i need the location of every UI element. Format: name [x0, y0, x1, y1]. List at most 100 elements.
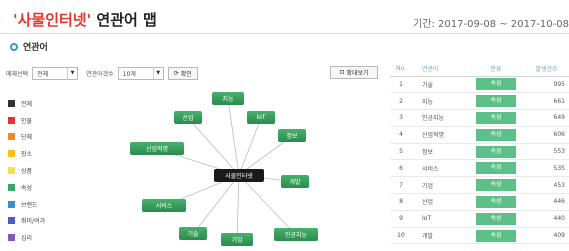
table-header-row: No. 연관어 분류 발생건수 — [390, 62, 569, 77]
graph-node[interactable]: 산업혁명 — [130, 142, 184, 155]
legend-item[interactable]: 인물 — [8, 112, 45, 129]
legend-item[interactable]: 장소 — [8, 145, 45, 162]
legend-label: 속성 — [21, 184, 33, 192]
col-header-word: 연관어 — [412, 62, 468, 77]
cell-freq: 535 — [524, 159, 569, 178]
cell-attr: 속성 — [468, 109, 524, 127]
attr-badge: 속성 — [476, 111, 516, 124]
zoom-icon: ⊡ — [339, 69, 345, 76]
legend-item[interactable]: 심리 — [8, 229, 45, 246]
cell-no: 1 — [390, 76, 412, 94]
chevron-down-icon: ▼ — [67, 67, 77, 79]
cell-word: 서비스 — [412, 159, 468, 178]
cell-freq: 446 — [524, 193, 569, 211]
graph-node[interactable]: 기술 — [179, 227, 207, 240]
table-row[interactable]: 9 IoT 속성 440 — [390, 210, 569, 228]
legend-swatch — [8, 99, 15, 107]
legend-label: 장소 — [21, 151, 33, 159]
legend-item[interactable]: 전체 — [8, 95, 45, 112]
cell-word: 산업 — [412, 193, 468, 211]
media-select[interactable]: 전체 ▼ — [32, 66, 79, 80]
cell-word: IoT — [412, 210, 468, 228]
attr-badge: 속성 — [476, 229, 516, 242]
confirm-label: 확인 — [180, 70, 192, 78]
count-select-value: 10개 — [122, 70, 136, 78]
page-header: '사물인터넷' 연관어 맵 기간: 2017-09-08 ~ 2017-10-0… — [0, 0, 569, 34]
cell-freq: 606 — [524, 126, 569, 144]
period-text: 기간: 2017-09-08 ~ 2017-10-08 — [413, 19, 569, 30]
col-header-freq: 발생건수 — [524, 62, 569, 77]
graph-node[interactable]: 인공지능 — [274, 228, 318, 241]
table-row[interactable]: 3 인공지능 속성 649 — [390, 109, 569, 127]
cell-no: 5 — [390, 143, 412, 161]
cell-word: 산업혁명 — [412, 126, 468, 144]
table-row[interactable]: 5 정보 속성 553 — [390, 143, 569, 161]
circle-bullet-icon — [10, 42, 18, 51]
filter-controls: 매체선택 전체 ▼ 연관어갯수 10개 ▼ ⟳ 확인 — [6, 66, 198, 80]
col-header-attr: 분류 — [468, 62, 524, 77]
table-row[interactable]: 10 개발 속성 409 — [390, 227, 569, 245]
legend-item[interactable]: 취미/여가 — [8, 213, 45, 230]
table-row[interactable]: 8 산업 속성 446 — [390, 193, 569, 211]
cell-word: 기업 — [412, 176, 468, 195]
attr-badge: 속성 — [476, 162, 516, 175]
legend-label: 심리 — [21, 235, 33, 243]
cell-no: 7 — [390, 176, 412, 195]
graph-node[interactable]: 서비스 — [142, 199, 186, 212]
graph-node[interactable]: 정보 — [278, 129, 306, 142]
legend-label: 취미/여가 — [21, 218, 46, 226]
table-row[interactable]: 6 서비스 속성 535 — [390, 159, 569, 178]
cell-attr: 속성 — [468, 210, 524, 228]
media-select-value: 전체 — [37, 70, 49, 78]
graph-node[interactable]: 산업 — [174, 111, 202, 124]
page-title: '사물인터넷' 연관어 맵 — [13, 9, 157, 30]
cell-no: 8 — [390, 193, 412, 211]
legend-swatch — [8, 234, 15, 242]
cell-word: 지능 — [412, 92, 468, 111]
confirm-button[interactable]: ⟳ 확인 — [167, 66, 198, 80]
cell-no: 2 — [390, 92, 412, 111]
legend-swatch — [8, 183, 15, 191]
cell-freq: 649 — [524, 109, 569, 127]
cell-word: 인공지능 — [412, 109, 468, 127]
graph-node[interactable]: 기업 — [221, 233, 253, 246]
cell-attr: 속성 — [468, 193, 524, 211]
cell-word: 기술 — [412, 76, 468, 94]
cell-word: 정보 — [412, 143, 468, 161]
title-text: 연관어 맵 — [91, 11, 157, 29]
legend-item[interactable]: 브랜드 — [8, 196, 45, 213]
table-row[interactable]: 7 기업 속성 453 — [390, 176, 569, 195]
cell-no: 4 — [390, 126, 412, 144]
confirm-icon: ⟳ — [173, 69, 179, 77]
cell-word: 개발 — [412, 227, 468, 245]
graph-node[interactable]: 개발 — [281, 175, 309, 188]
count-select[interactable]: 10개 ▼ — [117, 66, 164, 80]
attr-badge: 속성 — [476, 145, 516, 158]
graph-node[interactable]: 지능 — [212, 92, 244, 105]
cell-no: 6 — [390, 159, 412, 178]
association-map: 지능 산업 IoT 정보 산업혁명 개발 서비스 기술 기업 인공지능 사물인터… — [120, 88, 365, 251]
zoom-label: 확대보기 — [346, 70, 369, 77]
legend-swatch — [8, 200, 15, 208]
legend-swatch — [8, 150, 15, 158]
cell-no: 3 — [390, 109, 412, 127]
table-row[interactable]: 4 산업혁명 속성 606 — [390, 126, 569, 144]
zoom-button[interactable]: ⊡ 확대보기 — [330, 66, 378, 79]
cell-freq: 995 — [524, 76, 569, 94]
cell-attr: 속성 — [468, 76, 524, 94]
col-header-no: No. — [390, 62, 412, 77]
table-row[interactable]: 2 지능 속성 661 — [390, 92, 569, 111]
cell-attr: 속성 — [468, 159, 524, 178]
legend-item[interactable]: 속성 — [8, 179, 45, 196]
legend-item[interactable]: 상품 — [8, 162, 45, 179]
legend-label: 인물 — [21, 117, 33, 125]
attr-badge: 속성 — [476, 95, 516, 108]
legend-item[interactable]: 단체 — [8, 129, 45, 146]
center-node[interactable]: 사물인터넷 — [214, 169, 264, 182]
table-row[interactable]: 1 기술 속성 995 — [390, 76, 569, 94]
ranking-table: No. 연관어 분류 발생건수 1 기술 속성 995 2 지능 속성 661 3 인공지능 속… — [390, 62, 569, 245]
graph-node[interactable]: IoT — [247, 111, 275, 124]
title-keyword: '사물인터넷' — [13, 11, 92, 29]
link-line — [227, 98, 240, 176]
media-select-label: 매체선택 — [6, 70, 29, 78]
